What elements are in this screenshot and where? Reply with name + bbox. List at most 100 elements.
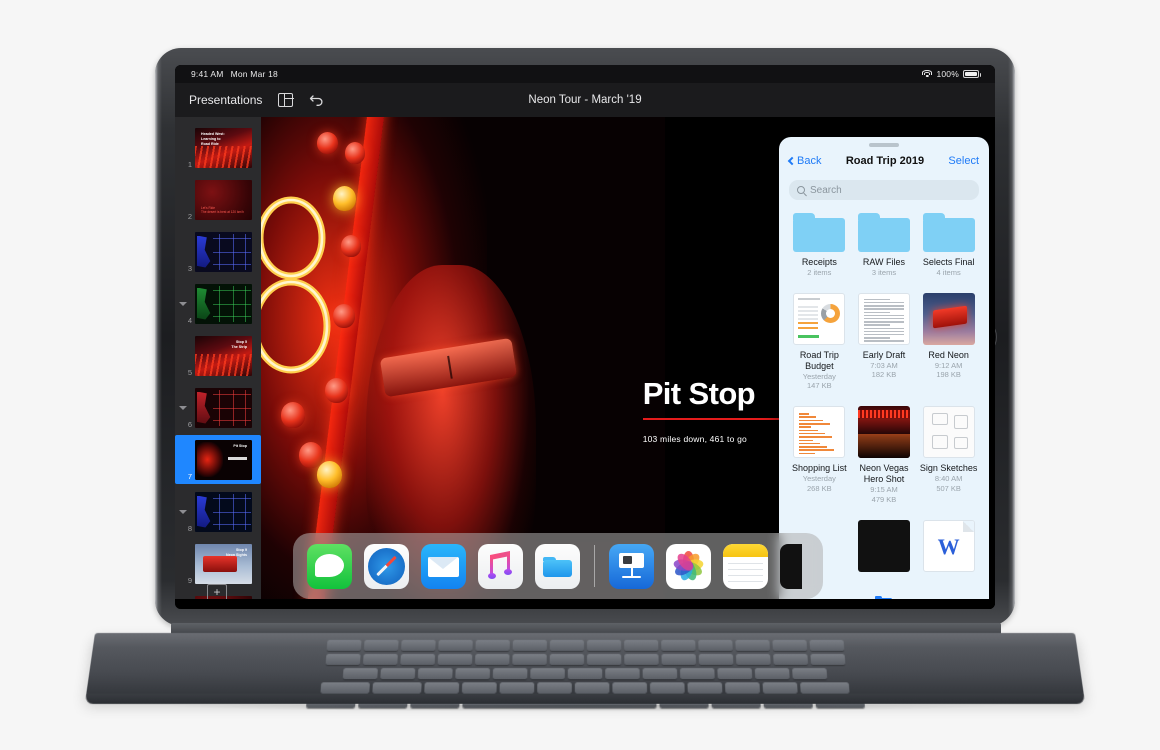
files-back-button[interactable]: Back: [787, 155, 821, 167]
file-item[interactable]: Sign Sketches 8:40 AM 507 KB: [916, 401, 981, 514]
file-meta-size: 147 KB: [807, 381, 832, 391]
keynote-icon[interactable]: [609, 543, 654, 589]
keyboard-key[interactable]: [660, 653, 696, 666]
keyboard-key[interactable]: [474, 653, 510, 666]
panels-icon[interactable]: [278, 92, 294, 108]
keyboard-key[interactable]: [437, 653, 472, 666]
keyboard-key[interactable]: [424, 682, 460, 694]
keyboard-key[interactable]: [549, 639, 584, 651]
word-app-peek-icon[interactable]: [780, 543, 802, 589]
keyboard-key[interactable]: [474, 639, 510, 651]
file-item[interactable]: Road Trip Budget Yesterday 147 KB: [787, 288, 852, 401]
drag-handle[interactable]: [869, 143, 899, 147]
keyboard-key[interactable]: [660, 639, 696, 651]
ios-dock[interactable]: [293, 533, 823, 599]
file-item[interactable]: Neon Vegas Hero Shot 9:15 AM 479 KB: [852, 401, 917, 514]
slide-thumbnail[interactable]: 7 Pit Stop: [175, 435, 261, 484]
keyboard-key[interactable]: [417, 668, 453, 680]
safari-icon[interactable]: [364, 543, 409, 589]
keyboard-key[interactable]: [717, 668, 753, 680]
file-item[interactable]: RAW Files 3 items: [852, 208, 917, 288]
keyboard-key[interactable]: [687, 682, 723, 694]
keyboard-key[interactable]: [605, 668, 640, 680]
keyboard-key[interactable]: [399, 653, 435, 666]
files-grid[interactable]: Receipts 2 items RAW Files 3 items Selects F…: [779, 200, 989, 587]
keyboard-key[interactable]: [372, 682, 422, 694]
slide-thumbnail[interactable]: 9 Stop 9 Neon Sights: [175, 539, 261, 588]
messages-icon[interactable]: [307, 543, 352, 589]
keyboard-key[interactable]: [530, 668, 565, 680]
keyboard-key[interactable]: [623, 639, 658, 651]
photos-icon[interactable]: [666, 543, 711, 589]
notes-icon[interactable]: [723, 543, 768, 589]
slide-thumbnail[interactable]: 5 Stop 5 The Strip: [175, 331, 261, 380]
keyboard-key[interactable]: [800, 682, 850, 694]
keyboard-key[interactable]: [697, 639, 733, 651]
files-select-button[interactable]: Select: [948, 155, 979, 167]
file-item[interactable]: Shopping List Yesterday 268 KB: [787, 401, 852, 514]
keyboard-key[interactable]: [574, 682, 610, 694]
slide-thumbnail[interactable]: 4: [175, 279, 261, 328]
keyboard-key[interactable]: [537, 682, 572, 694]
collapse-triangle-icon[interactable]: [179, 405, 187, 410]
keyboard-key[interactable]: [320, 682, 370, 694]
file-meta-size: 507 KB: [936, 483, 961, 493]
keyboard-key[interactable]: [734, 639, 770, 651]
keyboard-key[interactable]: [567, 668, 603, 680]
keyboard-key[interactable]: [623, 653, 659, 666]
keyboard-key[interactable]: [325, 653, 361, 666]
keyboard-key[interactable]: [362, 653, 398, 666]
file-item[interactable]: Early Draft 7:03 AM 182 KB: [852, 288, 917, 401]
keyboard-key[interactable]: [499, 682, 535, 694]
keyboard-key[interactable]: [808, 639, 844, 651]
keyboard-key[interactable]: [461, 682, 497, 694]
keyboard-key[interactable]: [586, 639, 621, 651]
file-item[interactable]: Receipts 2 items: [787, 208, 852, 288]
slide-navigator[interactable]: 1 Headed West: Learning to Road Ride 2 Let'…: [175, 117, 261, 609]
keyboard-key[interactable]: [400, 639, 436, 651]
collapse-triangle-icon[interactable]: [179, 301, 187, 306]
keyboard-key[interactable]: [512, 639, 547, 651]
keyboard-key[interactable]: [455, 668, 491, 680]
slide-thumbnail[interactable]: 8: [175, 487, 261, 536]
music-icon[interactable]: [478, 543, 523, 589]
keyboard-key[interactable]: [649, 682, 685, 694]
mail-icon[interactable]: [421, 543, 466, 589]
keyboard-key[interactable]: [363, 639, 399, 651]
keyboard-key[interactable]: [492, 668, 528, 680]
keyboard-key[interactable]: [586, 653, 621, 666]
file-item[interactable]: Selects Final 4 items: [916, 208, 981, 288]
smart-keyboard[interactable]: [84, 623, 1086, 712]
undo-arrow-icon[interactable]: [309, 93, 325, 107]
keyboard-key[interactable]: [612, 682, 648, 694]
keyboard-key[interactable]: [735, 653, 771, 666]
slide-thumbnail[interactable]: 2 Let's Ride The desert is best at 120 km…: [175, 175, 261, 224]
keyboard-key[interactable]: [549, 653, 584, 666]
keyboard-key[interactable]: [679, 668, 715, 680]
slide-thumbnail[interactable]: 1 Headed West: Learning to Road Ride: [175, 123, 261, 172]
keyboard-key[interactable]: [762, 682, 798, 694]
presentations-back-button[interactable]: Presentations: [189, 93, 262, 107]
slide-thumbnail[interactable]: 6: [175, 383, 261, 432]
file-item-partial[interactable]: [852, 515, 917, 587]
keyboard-key[interactable]: [792, 668, 828, 680]
keyboard-key[interactable]: [380, 668, 416, 680]
keyboard-key[interactable]: [326, 639, 362, 651]
keyboard-key[interactable]: [342, 668, 378, 680]
keyboard-key[interactable]: [809, 653, 845, 666]
file-item[interactable]: Red Neon 9:12 AM 198 KB: [916, 288, 981, 401]
keyboard-key[interactable]: [724, 682, 761, 694]
keyboard-key[interactable]: [511, 653, 547, 666]
keyboard-key[interactable]: [698, 653, 733, 666]
files-search-input[interactable]: Search: [789, 180, 979, 200]
slide-thumbnail[interactable]: 3: [175, 227, 261, 276]
keyboard-key[interactable]: [772, 653, 808, 666]
keyboard-key[interactable]: [754, 668, 790, 680]
file-item-partial[interactable]: W: [916, 515, 981, 587]
keyboard-key[interactable]: [437, 639, 473, 651]
keyboard-key[interactable]: [771, 639, 807, 651]
keyboard-key[interactable]: [642, 668, 678, 680]
collapse-triangle-icon[interactable]: [179, 509, 187, 514]
keyboard-deck[interactable]: [84, 633, 1086, 709]
files-icon[interactable]: [535, 543, 580, 589]
